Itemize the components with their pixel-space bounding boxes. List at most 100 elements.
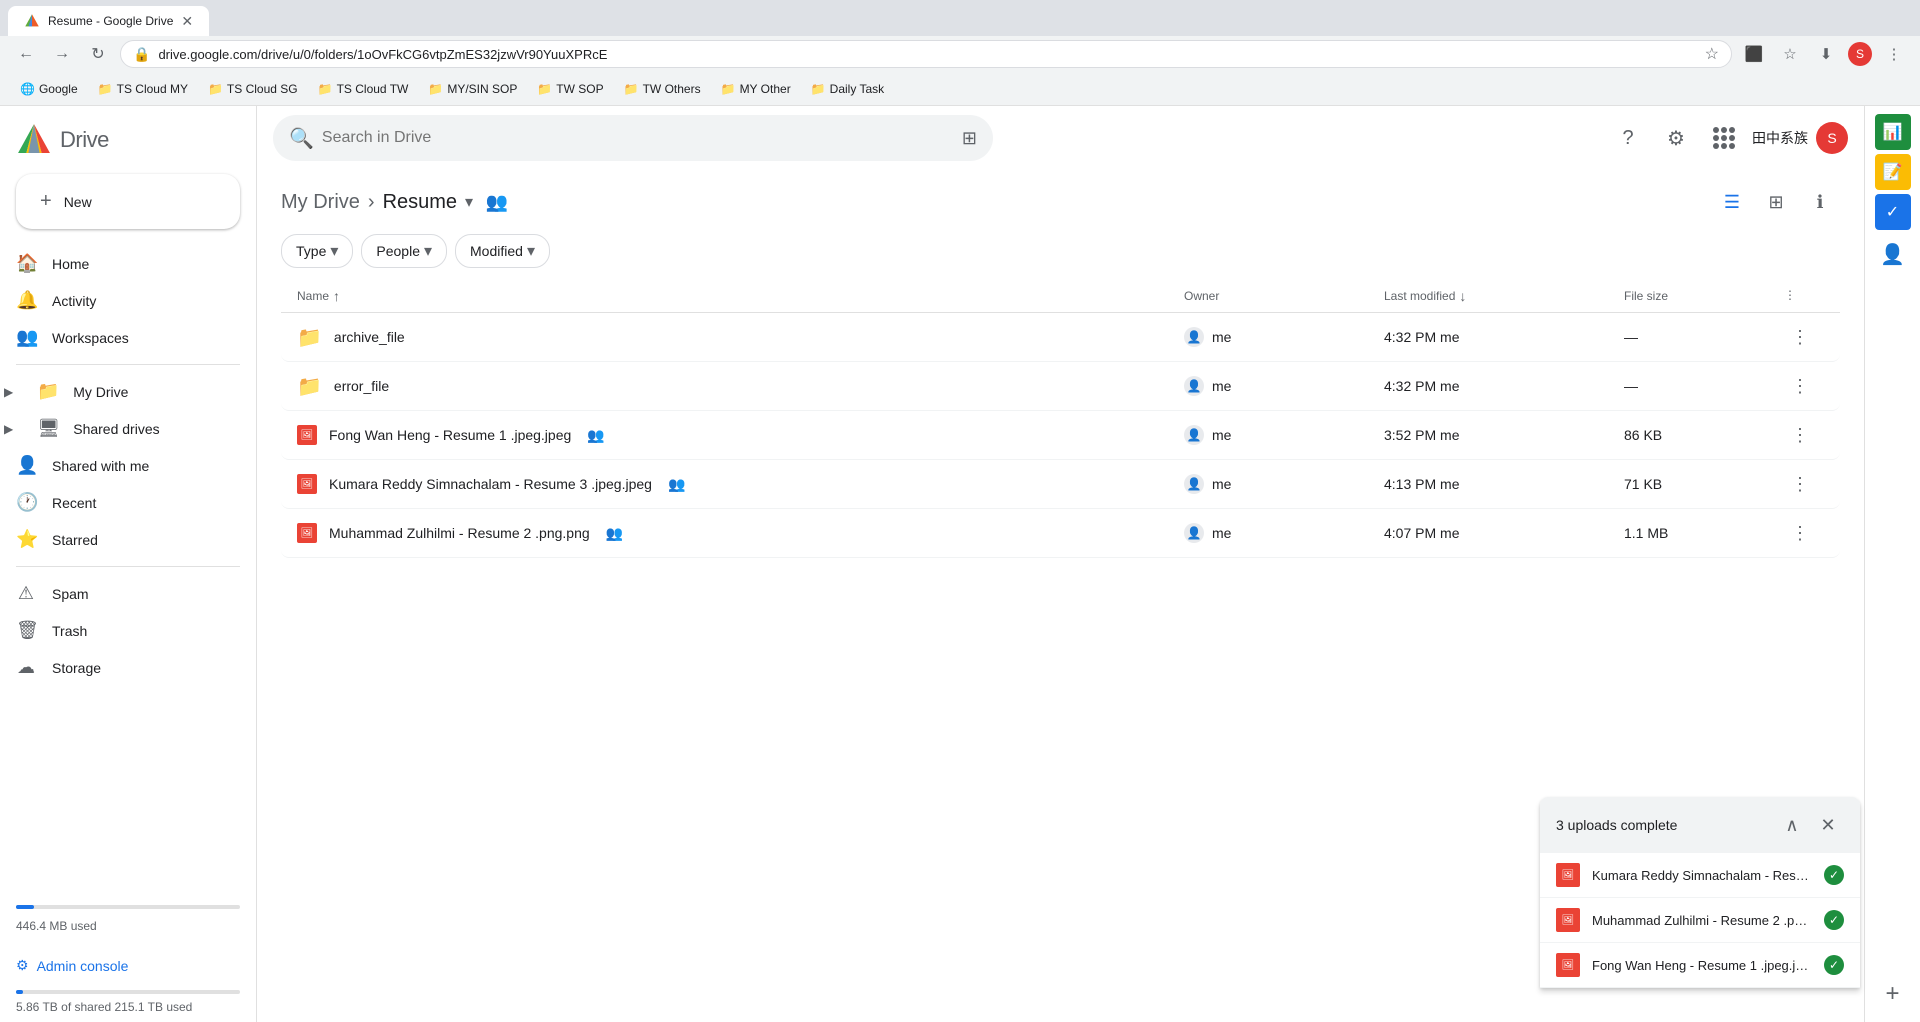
- star-bookmark-icon[interactable]: ☆: [1705, 44, 1719, 64]
- share-folder-button[interactable]: 👥: [481, 186, 513, 218]
- browser-tabs-bar: Resume - Google Drive ✕: [0, 0, 1920, 36]
- more-options-kumara[interactable]: ⋮: [1784, 468, 1816, 500]
- address-bar[interactable]: 🔒 drive.google.com/drive/u/0/folders/1oO…: [120, 40, 1732, 68]
- search-options-icon[interactable]: ⊞: [962, 128, 977, 149]
- image-icon: 🖼: [297, 523, 317, 543]
- search-bar[interactable]: 🔍 ⊞: [273, 115, 993, 161]
- new-button[interactable]: + New: [16, 174, 240, 229]
- tasks-app-icon[interactable]: ✓: [1875, 194, 1911, 230]
- tab-title: Resume - Google Drive: [48, 14, 173, 28]
- sidebar-item-spam[interactable]: ⚠ Spam: [0, 575, 240, 612]
- bookmark-tw-sop[interactable]: 📁 TW SOP: [529, 78, 611, 100]
- contacts-app-icon[interactable]: 👤: [1873, 234, 1913, 274]
- my-drive-icon: 📁: [37, 381, 57, 402]
- bookmark-tw-others[interactable]: 📁 TW Others: [616, 78, 709, 100]
- file-name-fong: Fong Wan Heng - Resume 1 .jpeg.jpeg: [329, 427, 571, 443]
- bookmark-ts-cloud-tw[interactable]: 📁 TS Cloud TW: [310, 78, 417, 100]
- breadcrumb-current[interactable]: Resume: [383, 191, 457, 214]
- filter-modified-button[interactable]: Modified ▾: [455, 234, 550, 268]
- owner-avatar-muhammad: 👤: [1184, 523, 1204, 543]
- help-button[interactable]: ?: [1608, 118, 1648, 158]
- search-input[interactable]: [322, 129, 954, 147]
- forward-button[interactable]: →: [48, 40, 76, 68]
- list-view-button[interactable]: ☰: [1712, 182, 1752, 222]
- new-button-plus-icon: +: [40, 190, 52, 213]
- shared-icon-fong: 👥: [587, 427, 604, 444]
- back-button[interactable]: ←: [12, 40, 40, 68]
- collapse-upload-button[interactable]: ∧: [1776, 809, 1808, 841]
- more-options-archive[interactable]: ⋮: [1784, 321, 1816, 353]
- screen-cast-button[interactable]: ⬛: [1740, 40, 1768, 68]
- download-button[interactable]: ⬇: [1812, 40, 1840, 68]
- header-name[interactable]: Name ↑: [297, 288, 1184, 304]
- bookmark-ts-cloud-sg[interactable]: 📁 TS Cloud SG: [200, 78, 306, 100]
- breadcrumb-dropdown-icon[interactable]: ▾: [465, 192, 473, 212]
- sidebar-item-label-storage: Storage: [52, 660, 101, 676]
- active-browser-tab[interactable]: Resume - Google Drive ✕: [8, 6, 209, 36]
- trash-icon: 🗑: [16, 620, 36, 641]
- header-modified[interactable]: Last modified ↓: [1384, 288, 1624, 304]
- admin-console-link[interactable]: ⚙ Admin console: [0, 949, 256, 982]
- my-drive-expand-icon[interactable]: ▶: [0, 381, 17, 403]
- table-row[interactable]: 🖼 Muhammad Zulhilmi - Resume 2 .png.png …: [281, 509, 1840, 558]
- view-controls: ☰ ⊞ ℹ: [1712, 182, 1840, 222]
- table-row[interactable]: 🖼 Kumara Reddy Simnachalam - Resume 3 .j…: [281, 460, 1840, 509]
- bookmark-my-other[interactable]: 📁 MY Other: [713, 78, 799, 100]
- sidebar-item-starred[interactable]: ⭐ Starred: [0, 521, 240, 558]
- sidebar-item-shared-with-me[interactable]: 👤 Shared with me: [0, 447, 240, 484]
- file-name-archive: archive_file: [334, 329, 405, 345]
- bookmark-daily-task[interactable]: 📁 Daily Task: [803, 78, 892, 100]
- sidebar-item-home[interactable]: 🏠 Home: [0, 245, 240, 282]
- sidebar-item-label-shared-with-me: Shared with me: [52, 458, 149, 474]
- modified-cell-muhammad: 4:07 PM me: [1384, 525, 1624, 541]
- add-app-button[interactable]: +: [1873, 974, 1913, 1014]
- bookmark-my-sin-sop[interactable]: 📁 MY/SIN SOP: [420, 78, 525, 100]
- sidebar-item-label-my-drive: My Drive: [73, 384, 128, 400]
- grid-view-button[interactable]: ⊞: [1756, 182, 1796, 222]
- settings-button[interactable]: ⚙: [1656, 118, 1696, 158]
- bookmarks-bar: 🌐 Google 📁 TS Cloud MY 📁 TS Cloud SG 📁 T…: [0, 72, 1920, 106]
- google-apps-button[interactable]: [1704, 118, 1744, 158]
- filter-people-button[interactable]: People ▾: [361, 234, 447, 268]
- table-row[interactable]: 🖼 Fong Wan Heng - Resume 1 .jpeg.jpeg 👥 …: [281, 411, 1840, 460]
- sidebar-item-trash[interactable]: 🗑 Trash: [0, 612, 240, 649]
- more-options-fong[interactable]: ⋮: [1784, 419, 1816, 451]
- folder-icon: 📁: [297, 325, 322, 350]
- table-row[interactable]: 📁 error_file 👤 me 4:32 PM me — ⋮: [281, 362, 1840, 411]
- bookmark-google[interactable]: 🌐 Google: [12, 78, 86, 100]
- owner-avatar-fong: 👤: [1184, 425, 1204, 445]
- header-owner[interactable]: Owner: [1184, 288, 1384, 304]
- refresh-button[interactable]: ↻: [84, 40, 112, 68]
- file-name-error: error_file: [334, 378, 389, 394]
- header-filesize[interactable]: File size: [1624, 288, 1784, 304]
- filter-type-button[interactable]: Type ▾: [281, 234, 353, 268]
- sidebar-item-storage[interactable]: ☁ Storage: [0, 649, 240, 686]
- more-options-error[interactable]: ⋮: [1784, 370, 1816, 402]
- upload-notification-header: 3 uploads complete ∧ ✕: [1540, 797, 1860, 853]
- sidebar-item-activity[interactable]: 🔔 Activity: [0, 282, 240, 319]
- bookmark-ts-cloud-my[interactable]: 📁 TS Cloud MY: [90, 78, 196, 100]
- sidebar-item-my-drive[interactable]: 📁 My Drive: [21, 373, 240, 410]
- close-tab-btn[interactable]: ✕: [181, 13, 193, 30]
- sheets-app-icon[interactable]: 📊: [1875, 114, 1911, 150]
- upload-item-name-2: Muhammad Zulhilmi - Resume 2 .png....: [1592, 913, 1812, 928]
- drive-logo-area: Drive: [0, 106, 256, 166]
- info-panel-button[interactable]: ℹ: [1800, 182, 1840, 222]
- file-name-kumara: Kumara Reddy Simnachalam - Resume 3 .jpe…: [329, 476, 652, 492]
- shared-drives-expand-icon[interactable]: ▶: [0, 418, 17, 440]
- sidebar-item-recent[interactable]: 🕐 Recent: [0, 484, 240, 521]
- breadcrumb-parent[interactable]: My Drive: [281, 191, 360, 214]
- header-name-label: Name: [297, 289, 329, 303]
- user-avatar[interactable]: S: [1816, 122, 1848, 154]
- close-upload-button[interactable]: ✕: [1812, 809, 1844, 841]
- sidebar-divider-2: [16, 566, 240, 567]
- table-row[interactable]: 📁 archive_file 👤 me 4:32 PM me — ⋮: [281, 313, 1840, 362]
- profile-avatar[interactable]: S: [1848, 42, 1872, 66]
- menu-button[interactable]: ⋮: [1880, 40, 1908, 68]
- sidebar-item-workspaces[interactable]: 👥 Workspaces: [0, 319, 240, 356]
- sidebar-item-shared-drives[interactable]: 🖥 Shared drives: [21, 410, 240, 447]
- bookmark-star-button[interactable]: ☆: [1776, 40, 1804, 68]
- more-options-muhammad[interactable]: ⋮: [1784, 517, 1816, 549]
- owner-cell-error: 👤 me: [1184, 376, 1384, 396]
- keep-app-icon[interactable]: 📝: [1875, 154, 1911, 190]
